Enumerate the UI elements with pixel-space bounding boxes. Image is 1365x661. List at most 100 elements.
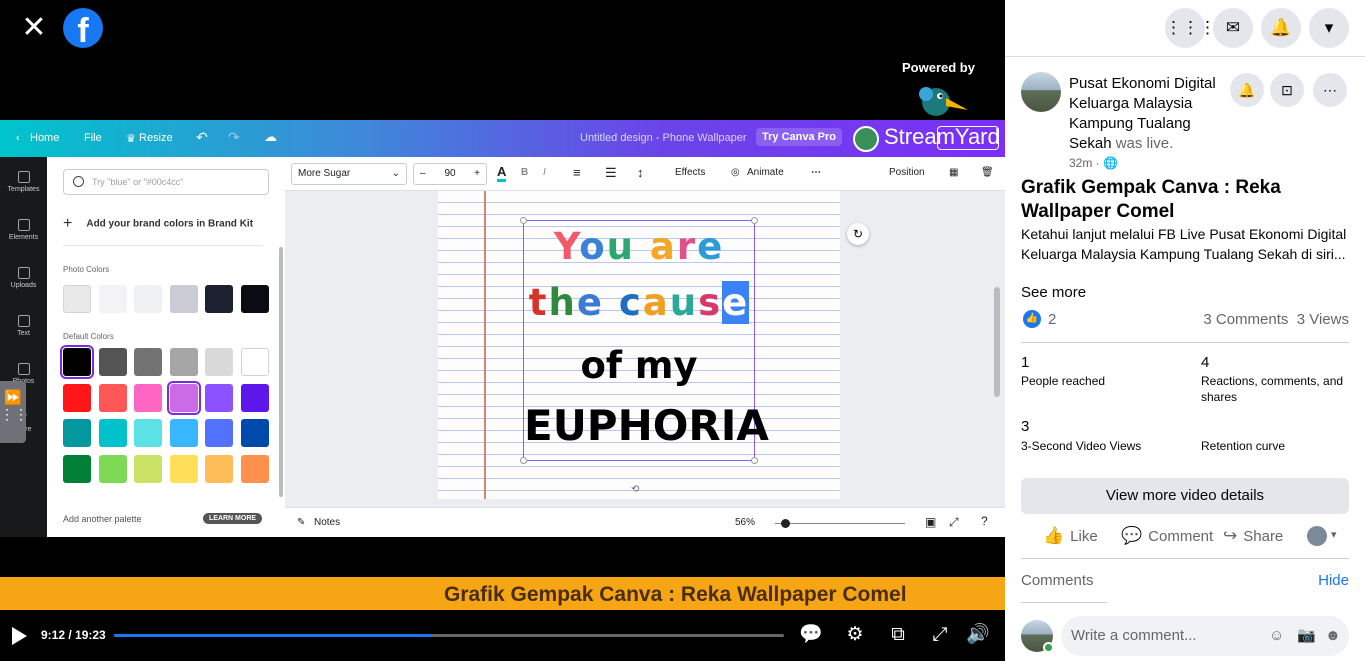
color-swatch[interactable] xyxy=(98,419,127,447)
volume-icon[interactable]: 🔊 xyxy=(966,624,990,646)
messenger-icon[interactable]: ✉ xyxy=(1213,8,1253,48)
canva-redo-icon[interactable]: ↷ xyxy=(228,129,240,146)
view-more-details-button[interactable]: View more video details xyxy=(1021,478,1349,514)
panel-scrollbar[interactable] xyxy=(279,247,283,497)
emoji-icon[interactable]: ☺ xyxy=(1269,616,1284,656)
account-dropdown-icon[interactable]: ▾ xyxy=(1309,8,1349,48)
trash-icon[interactable]: 🗑 xyxy=(981,167,994,178)
bold-icon[interactable]: B xyxy=(521,167,528,178)
comment-input[interactable]: Write a comment... ☺ 📷 ☻ xyxy=(1061,616,1349,656)
canva-doc-title[interactable]: Untitled design - Phone Wallpaper xyxy=(580,132,747,144)
color-swatch[interactable] xyxy=(240,454,269,483)
rotate-bottom-icon[interactable]: ⟲ xyxy=(631,484,639,495)
zoom-slider-knob[interactable] xyxy=(781,519,790,528)
color-swatch[interactable] xyxy=(169,348,198,376)
like-reaction-icon[interactable]: 👍 xyxy=(1023,310,1041,328)
more-options-icon[interactable]: ⋯ xyxy=(1313,73,1347,107)
color-swatch[interactable] xyxy=(169,285,198,313)
fullscreen-icon[interactable]: ⤢ xyxy=(928,624,952,646)
color-swatch[interactable] xyxy=(166,380,201,415)
minus-icon[interactable]: – xyxy=(420,164,426,184)
picture-in-picture-icon[interactable]: ⧉ xyxy=(886,624,910,646)
color-search-input[interactable]: Try "blue" or "#00c4cc" xyxy=(63,169,269,195)
color-swatch[interactable] xyxy=(134,419,162,447)
canva-share-button[interactable] xyxy=(937,126,999,150)
comment-button[interactable]: 💬 Comment xyxy=(1121,525,1213,547)
italic-icon[interactable]: I xyxy=(543,167,546,178)
resize-handle[interactable] xyxy=(520,217,527,224)
fullscreen-icon[interactable]: ⤢ xyxy=(949,515,959,530)
resize-handle[interactable] xyxy=(751,217,758,224)
lined-paper-page[interactable]: You are the cause of my EUPHORIA ⟲ xyxy=(438,191,840,499)
text-color-icon[interactable]: A xyxy=(497,164,507,182)
color-swatch[interactable] xyxy=(205,419,233,447)
color-swatch[interactable] xyxy=(240,383,269,412)
list-icon[interactable]: ☰ xyxy=(605,165,617,181)
canva-try-pro-button[interactable]: Try Canva Pro xyxy=(756,128,842,146)
camera-icon[interactable]: 📷 xyxy=(1297,616,1316,656)
rail-elements[interactable]: Elements xyxy=(0,219,47,241)
notifications-icon[interactable]: 🔔 xyxy=(1261,8,1301,48)
settings-gear-icon[interactable]: ⚙ xyxy=(843,624,867,646)
retention-curve-link[interactable]: Retention curve xyxy=(1201,438,1361,454)
color-swatch[interactable] xyxy=(60,345,94,379)
plus-icon[interactable]: + xyxy=(474,164,480,184)
color-swatch[interactable] xyxy=(240,348,269,376)
sidebar-toggle-icon[interactable]: ⏩ ⋮⋮ xyxy=(0,381,28,443)
comments-count[interactable]: 3 Comments xyxy=(1203,311,1288,328)
align-center-icon[interactable]: ≡ xyxy=(573,165,581,180)
progress-bar[interactable] xyxy=(114,634,784,637)
page-avatar[interactable] xyxy=(1021,72,1061,112)
color-swatch[interactable] xyxy=(63,419,91,447)
canvas-scrollbar[interactable] xyxy=(994,287,1000,397)
color-swatch[interactable] xyxy=(134,383,162,412)
notes-button[interactable]: Notes xyxy=(314,517,340,528)
design-canvas[interactable]: You are the cause of my EUPHORIA ⟲ ↻ xyxy=(285,191,1005,507)
spacing-icon[interactable]: ↕ xyxy=(637,165,644,180)
rail-templates[interactable]: Templates xyxy=(0,171,47,193)
effects-button[interactable]: Effects xyxy=(675,167,705,178)
animate-button[interactable]: Animate xyxy=(747,167,784,178)
color-swatch[interactable] xyxy=(98,383,127,412)
canva-user-avatar[interactable] xyxy=(853,126,879,152)
color-swatch[interactable] xyxy=(134,454,162,483)
hide-comments-link[interactable]: Hide xyxy=(1318,572,1349,589)
share-button[interactable]: ↪ Share xyxy=(1223,525,1283,547)
color-swatch[interactable] xyxy=(63,454,91,483)
reaction-count[interactable]: 2 xyxy=(1048,311,1056,328)
color-swatch[interactable] xyxy=(169,419,198,447)
color-swatch[interactable] xyxy=(98,348,127,376)
learn-more-badge[interactable]: LEARN MORE xyxy=(203,513,263,524)
resize-handle[interactable] xyxy=(751,457,758,464)
canva-undo-icon[interactable]: ↶ xyxy=(196,129,208,146)
post-time[interactable]: 32m · 🌐 xyxy=(1069,156,1118,170)
post-as-avatar[interactable] xyxy=(1307,526,1327,546)
save-post-icon[interactable]: ⊡ xyxy=(1270,73,1304,107)
see-more-link[interactable]: See more xyxy=(1021,284,1086,301)
selected-text-box[interactable]: You are the cause of my EUPHORIA xyxy=(520,217,769,464)
facebook-logo[interactable]: f xyxy=(63,8,103,48)
brand-kit-row[interactable]: + Add your brand colors in Brand Kit xyxy=(63,215,253,233)
rail-text[interactable]: Text xyxy=(0,315,47,337)
color-swatch[interactable] xyxy=(134,348,162,376)
pages-icon[interactable]: ▣ xyxy=(925,515,936,529)
position-button[interactable]: Position xyxy=(889,167,925,178)
captions-icon[interactable]: 💬 xyxy=(799,624,823,646)
color-swatch[interactable] xyxy=(134,285,162,313)
more-options-icon[interactable]: ⋯ xyxy=(811,167,821,178)
color-swatch[interactable] xyxy=(205,454,233,483)
help-icon[interactable]: ? xyxy=(981,514,988,528)
canva-file-menu[interactable]: File xyxy=(84,132,102,144)
refresh-icon[interactable]: ↻ xyxy=(847,223,869,245)
color-swatch[interactable] xyxy=(205,285,233,313)
close-icon[interactable]: ✕ xyxy=(14,8,54,48)
sticker-icon[interactable]: ☻ xyxy=(1325,616,1341,656)
canva-home-link[interactable]: Home xyxy=(30,132,59,144)
color-swatch[interactable] xyxy=(98,285,127,313)
color-swatch[interactable] xyxy=(240,419,269,447)
chevron-down-icon[interactable]: ▾ xyxy=(1331,528,1337,541)
like-button[interactable]: 👍 Like xyxy=(1043,525,1098,547)
add-palette-link[interactable]: Add another palette xyxy=(63,514,142,524)
rail-uploads[interactable]: Uploads xyxy=(0,267,47,289)
page-name[interactable]: Pusat Ekonomi Digital Keluarga Malaysia … xyxy=(1069,74,1229,154)
